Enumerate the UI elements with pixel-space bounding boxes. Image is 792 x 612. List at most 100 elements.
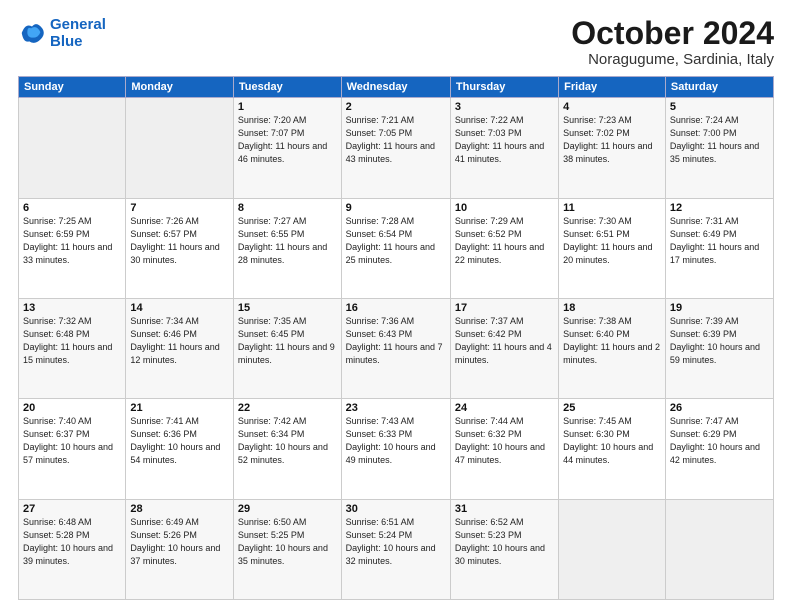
calendar-cell: 9Sunrise: 7:28 AM Sunset: 6:54 PM Daylig… <box>341 198 450 298</box>
calendar-cell: 14Sunrise: 7:34 AM Sunset: 6:46 PM Dayli… <box>126 298 234 398</box>
weekday-header: Saturday <box>665 77 773 98</box>
calendar-cell: 11Sunrise: 7:30 AM Sunset: 6:51 PM Dayli… <box>559 198 666 298</box>
weekday-header: Friday <box>559 77 666 98</box>
page: General Blue October 2024 Noragugume, Sa… <box>0 0 792 612</box>
day-info: Sunrise: 7:29 AM Sunset: 6:52 PM Dayligh… <box>455 215 554 267</box>
day-number: 1 <box>238 101 337 113</box>
day-info: Sunrise: 7:43 AM Sunset: 6:33 PM Dayligh… <box>346 415 446 467</box>
day-info: Sunrise: 7:23 AM Sunset: 7:02 PM Dayligh… <box>563 114 661 166</box>
day-number: 10 <box>455 202 554 214</box>
logo-icon <box>18 19 46 47</box>
day-info: Sunrise: 7:30 AM Sunset: 6:51 PM Dayligh… <box>563 215 661 267</box>
calendar-cell: 20Sunrise: 7:40 AM Sunset: 6:37 PM Dayli… <box>19 399 126 499</box>
calendar-cell: 31Sunrise: 6:52 AM Sunset: 5:23 PM Dayli… <box>450 499 558 599</box>
day-number: 13 <box>23 302 121 314</box>
day-number: 22 <box>238 402 337 414</box>
weekday-header: Wednesday <box>341 77 450 98</box>
day-info: Sunrise: 7:24 AM Sunset: 7:00 PM Dayligh… <box>670 114 769 166</box>
weekday-header: Tuesday <box>233 77 341 98</box>
day-info: Sunrise: 7:36 AM Sunset: 6:43 PM Dayligh… <box>346 315 446 367</box>
day-number: 7 <box>130 202 229 214</box>
day-number: 23 <box>346 402 446 414</box>
day-info: Sunrise: 6:50 AM Sunset: 5:25 PM Dayligh… <box>238 516 337 568</box>
day-info: Sunrise: 6:52 AM Sunset: 5:23 PM Dayligh… <box>455 516 554 568</box>
day-number: 9 <box>346 202 446 214</box>
day-info: Sunrise: 6:49 AM Sunset: 5:26 PM Dayligh… <box>130 516 229 568</box>
calendar-week-row: 27Sunrise: 6:48 AM Sunset: 5:28 PM Dayli… <box>19 499 774 599</box>
weekday-header-row: SundayMondayTuesdayWednesdayThursdayFrid… <box>19 77 774 98</box>
calendar-cell: 5Sunrise: 7:24 AM Sunset: 7:00 PM Daylig… <box>665 98 773 198</box>
calendar-cell: 24Sunrise: 7:44 AM Sunset: 6:32 PM Dayli… <box>450 399 558 499</box>
day-info: Sunrise: 7:41 AM Sunset: 6:36 PM Dayligh… <box>130 415 229 467</box>
day-number: 15 <box>238 302 337 314</box>
day-info: Sunrise: 7:22 AM Sunset: 7:03 PM Dayligh… <box>455 114 554 166</box>
day-info: Sunrise: 7:27 AM Sunset: 6:55 PM Dayligh… <box>238 215 337 267</box>
calendar-cell: 25Sunrise: 7:45 AM Sunset: 6:30 PM Dayli… <box>559 399 666 499</box>
calendar-cell: 3Sunrise: 7:22 AM Sunset: 7:03 PM Daylig… <box>450 98 558 198</box>
day-number: 21 <box>130 402 229 414</box>
calendar-cell <box>559 499 666 599</box>
calendar-cell: 15Sunrise: 7:35 AM Sunset: 6:45 PM Dayli… <box>233 298 341 398</box>
weekday-header: Thursday <box>450 77 558 98</box>
calendar-cell: 2Sunrise: 7:21 AM Sunset: 7:05 PM Daylig… <box>341 98 450 198</box>
day-info: Sunrise: 7:44 AM Sunset: 6:32 PM Dayligh… <box>455 415 554 467</box>
calendar-cell: 29Sunrise: 6:50 AM Sunset: 5:25 PM Dayli… <box>233 499 341 599</box>
day-info: Sunrise: 7:38 AM Sunset: 6:40 PM Dayligh… <box>563 315 661 367</box>
calendar-cell: 6Sunrise: 7:25 AM Sunset: 6:59 PM Daylig… <box>19 198 126 298</box>
calendar-cell <box>19 98 126 198</box>
header: General Blue October 2024 Noragugume, Sa… <box>18 16 774 68</box>
day-number: 30 <box>346 503 446 515</box>
day-info: Sunrise: 7:37 AM Sunset: 6:42 PM Dayligh… <box>455 315 554 367</box>
day-number: 8 <box>238 202 337 214</box>
calendar-cell: 22Sunrise: 7:42 AM Sunset: 6:34 PM Dayli… <box>233 399 341 499</box>
calendar-cell: 8Sunrise: 7:27 AM Sunset: 6:55 PM Daylig… <box>233 198 341 298</box>
day-number: 5 <box>670 101 769 113</box>
day-number: 29 <box>238 503 337 515</box>
day-number: 12 <box>670 202 769 214</box>
calendar-cell: 13Sunrise: 7:32 AM Sunset: 6:48 PM Dayli… <box>19 298 126 398</box>
weekday-header: Monday <box>126 77 234 98</box>
logo-text: General Blue <box>50 16 106 51</box>
calendar-cell <box>665 499 773 599</box>
day-number: 24 <box>455 402 554 414</box>
day-info: Sunrise: 7:21 AM Sunset: 7:05 PM Dayligh… <box>346 114 446 166</box>
calendar-table: SundayMondayTuesdayWednesdayThursdayFrid… <box>18 76 774 600</box>
calendar-cell: 27Sunrise: 6:48 AM Sunset: 5:28 PM Dayli… <box>19 499 126 599</box>
day-info: Sunrise: 7:39 AM Sunset: 6:39 PM Dayligh… <box>670 315 769 367</box>
day-info: Sunrise: 7:28 AM Sunset: 6:54 PM Dayligh… <box>346 215 446 267</box>
calendar-cell: 17Sunrise: 7:37 AM Sunset: 6:42 PM Dayli… <box>450 298 558 398</box>
calendar-cell: 18Sunrise: 7:38 AM Sunset: 6:40 PM Dayli… <box>559 298 666 398</box>
day-number: 6 <box>23 202 121 214</box>
weekday-header: Sunday <box>19 77 126 98</box>
day-number: 17 <box>455 302 554 314</box>
calendar-cell: 23Sunrise: 7:43 AM Sunset: 6:33 PM Dayli… <box>341 399 450 499</box>
calendar-week-row: 6Sunrise: 7:25 AM Sunset: 6:59 PM Daylig… <box>19 198 774 298</box>
day-number: 4 <box>563 101 661 113</box>
calendar-cell: 12Sunrise: 7:31 AM Sunset: 6:49 PM Dayli… <box>665 198 773 298</box>
calendar-week-row: 20Sunrise: 7:40 AM Sunset: 6:37 PM Dayli… <box>19 399 774 499</box>
day-info: Sunrise: 7:40 AM Sunset: 6:37 PM Dayligh… <box>23 415 121 467</box>
day-info: Sunrise: 7:45 AM Sunset: 6:30 PM Dayligh… <box>563 415 661 467</box>
month-title: October 2024 <box>571 16 774 51</box>
calendar-cell: 28Sunrise: 6:49 AM Sunset: 5:26 PM Dayli… <box>126 499 234 599</box>
day-info: Sunrise: 6:48 AM Sunset: 5:28 PM Dayligh… <box>23 516 121 568</box>
day-number: 25 <box>563 402 661 414</box>
day-number: 18 <box>563 302 661 314</box>
day-number: 26 <box>670 402 769 414</box>
day-number: 2 <box>346 101 446 113</box>
day-info: Sunrise: 7:20 AM Sunset: 7:07 PM Dayligh… <box>238 114 337 166</box>
calendar-cell <box>126 98 234 198</box>
day-info: Sunrise: 7:42 AM Sunset: 6:34 PM Dayligh… <box>238 415 337 467</box>
calendar-cell: 16Sunrise: 7:36 AM Sunset: 6:43 PM Dayli… <box>341 298 450 398</box>
day-number: 27 <box>23 503 121 515</box>
day-number: 16 <box>346 302 446 314</box>
location-title: Noragugume, Sardinia, Italy <box>571 51 774 68</box>
day-info: Sunrise: 7:47 AM Sunset: 6:29 PM Dayligh… <box>670 415 769 467</box>
day-info: Sunrise: 7:26 AM Sunset: 6:57 PM Dayligh… <box>130 215 229 267</box>
calendar-week-row: 13Sunrise: 7:32 AM Sunset: 6:48 PM Dayli… <box>19 298 774 398</box>
calendar-cell: 26Sunrise: 7:47 AM Sunset: 6:29 PM Dayli… <box>665 399 773 499</box>
day-info: Sunrise: 7:31 AM Sunset: 6:49 PM Dayligh… <box>670 215 769 267</box>
day-number: 14 <box>130 302 229 314</box>
day-number: 11 <box>563 202 661 214</box>
calendar-cell: 19Sunrise: 7:39 AM Sunset: 6:39 PM Dayli… <box>665 298 773 398</box>
